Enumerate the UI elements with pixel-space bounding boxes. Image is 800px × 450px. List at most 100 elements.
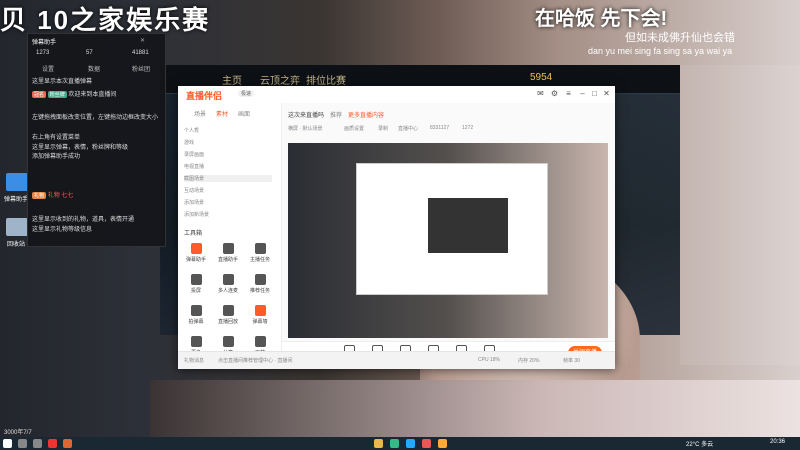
stat-value: 1273 [36, 50, 50, 56]
scene-item[interactable]: 个人秀 [184, 127, 199, 134]
tool-label: 直播回放 [217, 319, 238, 325]
tool-item[interactable]: 多人连麦 [216, 274, 240, 294]
mail-icon[interactable]: ✉ [536, 89, 545, 98]
close-icon[interactable]: ✕ [602, 89, 611, 98]
nested-preview-inner [428, 198, 508, 253]
tool-icon [190, 336, 202, 347]
tool-icon [222, 336, 234, 347]
status-text[interactable]: 点击直播间推荐管理中心 · 直播间 [218, 357, 292, 364]
preview-tab[interactable]: 画质设置 [344, 125, 364, 132]
desktop-icon-label[interactable]: 弹幕助手 [4, 194, 28, 203]
toolbox-title: 工具箱 [184, 231, 203, 237]
app-logo: 直播伴侣 [186, 91, 223, 101]
game-menu-item: 排位比赛 [306, 76, 346, 87]
app-icon[interactable] [48, 439, 57, 448]
tool-icon [222, 305, 234, 316]
tool-icon [254, 305, 266, 316]
search-icon[interactable] [18, 439, 27, 448]
minimize-icon[interactable]: – [578, 89, 587, 98]
live-companion-icon[interactable] [438, 439, 447, 448]
app-icon[interactable] [422, 439, 431, 448]
app-icon[interactable] [390, 439, 399, 448]
scene-item[interactable]: 电视直播 [184, 163, 204, 170]
preview-tab[interactable]: 横屏 · 默认场景 [288, 125, 322, 132]
desktop-icon-label[interactable]: 回收站 [7, 239, 25, 248]
tool-label: 多人连麦 [217, 288, 238, 294]
tool-icon [190, 274, 202, 285]
clock[interactable]: 20:36 [770, 439, 785, 445]
live-title[interactable]: 这次来直播吗 [288, 110, 324, 119]
danmaku-message: 左键拖拽面板改变位置，左键拖动边框改变大小 [32, 115, 159, 121]
weather-widget[interactable]: 22°C 多云 [686, 439, 713, 448]
task-view-icon[interactable] [33, 439, 42, 448]
stream-preview[interactable] [288, 143, 608, 338]
scene-item[interactable]: 添加新场景 [184, 211, 209, 218]
version-badge[interactable]: 极速 [238, 90, 255, 97]
status-text: 礼物消息 [184, 358, 205, 364]
top-tab[interactable]: 推荐 [330, 110, 342, 119]
settings-icon[interactable]: ⚙ [550, 89, 559, 98]
tool-item[interactable]: 拍弹幕 [184, 305, 208, 325]
preview-tab[interactable]: 直播中心 [398, 125, 418, 132]
taskbar: 22°C 多云 20:36 [0, 437, 800, 450]
lyric-subtitle: 但如未成佛升仙也会错 [625, 32, 735, 44]
menu-icon[interactable]: ≡ [564, 89, 573, 98]
danmaku-panel[interactable]: 弹幕助手 ✕ 1273 57 41881 设置 数据 粉丝团 这里显示本次直播弹… [27, 33, 166, 247]
danmaku-tab[interactable]: 设置 [42, 64, 54, 73]
game-coins: 5954 [530, 72, 553, 83]
badge-tag: 冠名 [32, 91, 47, 98]
maximize-icon[interactable]: □ [590, 89, 599, 98]
tool-icon [222, 243, 234, 254]
sidebar-tab-scenes[interactable]: 场景 [194, 109, 206, 118]
danmaku-message: 礼物 七七 [47, 193, 74, 199]
folder-icon[interactable] [374, 439, 383, 448]
top-tab[interactable]: 更多直播内容 [348, 110, 384, 119]
danmaku-message: 这里显示礼物等级信息 [32, 227, 93, 233]
danmaku-message: 这里显示本次直播弹幕 [32, 79, 93, 85]
tool-item[interactable]: 弹幕助手 [184, 243, 208, 263]
scene-item-selected[interactable]: 截图场景 [184, 175, 272, 182]
badge-tag: 礼物 [32, 192, 47, 199]
live-stat: 1272 [462, 125, 474, 131]
tool-item[interactable]: 推荐任务 [248, 274, 272, 294]
tool-item[interactable]: 弹幕墙 [248, 305, 272, 325]
preview-tab[interactable]: 录制 [378, 125, 388, 132]
danmaku-message: 这里显示弹幕，表情，粉丝牌和等级 [32, 145, 129, 151]
sidebar-tab-materials[interactable]: 素材 [216, 109, 228, 118]
tool-label: 弹幕助手 [185, 257, 206, 263]
scene-item[interactable]: 游戏 [184, 139, 194, 146]
scene-item[interactable]: 互动场景 [184, 187, 204, 194]
tool-item[interactable]: 投屏 [184, 274, 208, 294]
windows-start-icon[interactable] [3, 439, 12, 448]
monitor-icon[interactable] [6, 173, 28, 191]
live-companion-window[interactable]: 直播伴侣 极速 ✉ ⚙ ≡ – □ ✕ 场景 素材 画面 个人秀 游戏 录屏画面… [178, 86, 615, 369]
sidebar-tab-canvas[interactable]: 画面 [238, 109, 250, 118]
tool-item[interactable]: 直播助手 [216, 243, 240, 263]
tool-label: 主播任务 [249, 257, 270, 263]
danmaku-tab[interactable]: 数据 [88, 64, 100, 73]
game-menu-item: 云顶之弈 [260, 76, 300, 87]
badge-tag: 粉丝牌 [47, 91, 67, 98]
tool-label: 弹幕墙 [252, 319, 268, 325]
game-menu-item: 主页 [222, 76, 242, 87]
live-stat: 8331127 [430, 125, 450, 131]
tool-item[interactable]: 直播回放 [216, 305, 240, 325]
tool-icon [254, 336, 266, 347]
app-icon[interactable] [63, 439, 72, 448]
stream-title-left: 贝 10之家娱乐赛 [0, 5, 211, 35]
webcam-body [150, 380, 800, 437]
danmaku-message: 欢迎来到本直播间 [68, 92, 117, 98]
scene-item[interactable]: 添加场景 [184, 199, 204, 206]
danmaku-tab[interactable]: 粉丝团 [132, 64, 150, 73]
tool-icon [254, 274, 266, 285]
recycle-bin-icon[interactable] [6, 218, 28, 236]
memory-usage: 内存 20% [518, 358, 540, 364]
tool-label: 推荐任务 [249, 288, 270, 294]
scene-item[interactable]: 录屏画面 [184, 151, 204, 158]
close-icon[interactable]: ✕ [140, 37, 145, 44]
danmaku-message: 这里显示收到的礼物，道具，表情开通 [32, 217, 135, 223]
browser-icon[interactable] [406, 439, 415, 448]
tool-item[interactable]: 主播任务 [248, 243, 272, 263]
tool-label: 投屏 [190, 288, 201, 294]
lyric-pinyin: dan yu mei sing fa sing sa ya wai ya [588, 46, 733, 56]
